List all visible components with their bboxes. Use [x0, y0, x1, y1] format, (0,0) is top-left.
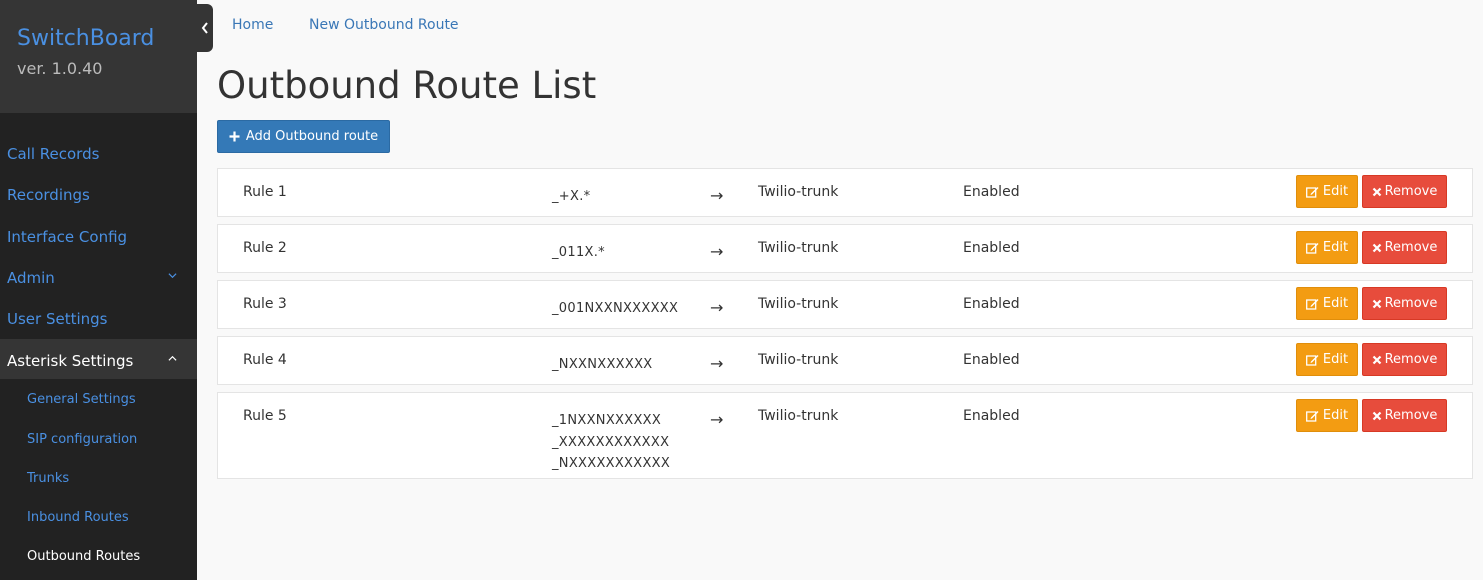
arrow-right-icon: →: [710, 242, 724, 261]
sidebar-subitem-inbound-routes[interactable]: Inbound Routes: [0, 509, 197, 527]
route-trunk: Twilio-trunk: [758, 352, 839, 368]
sidebar-item-label: User Settings: [7, 310, 108, 328]
remove-label: Remove: [1384, 184, 1438, 199]
arrow-right-icon: →: [710, 186, 724, 205]
sidebar-subitem-sip-configuration[interactable]: SIP configuration: [0, 431, 197, 449]
breadcrumb-home[interactable]: Home: [232, 15, 273, 35]
route-pattern: _NXXXXXXXXXXX: [552, 456, 671, 471]
page-title: Outbound Route List: [217, 64, 597, 107]
edit-icon: [1305, 298, 1319, 310]
sidebar: SwitchBoard ver. 1.0.40 Call Records Rec…: [0, 0, 197, 580]
remove-label: Remove: [1384, 408, 1438, 423]
route-row: Rule 5 _1NXXNXXXXXX _XXXXXXXXXXXX _NXXXX…: [217, 392, 1473, 479]
route-status: Enabled: [963, 408, 1020, 424]
route-patterns: _011X.*: [552, 242, 605, 264]
remove-label: Remove: [1384, 240, 1438, 255]
times-icon: [1372, 355, 1382, 365]
sidebar-item-user-settings[interactable]: User Settings: [0, 309, 197, 329]
route-pattern: _1NXXNXXXXXX: [552, 413, 662, 428]
edit-label: Edit: [1322, 296, 1349, 311]
route-name: Rule 2: [243, 240, 287, 256]
edit-icon: [1305, 410, 1319, 422]
route-patterns: _+X.*: [552, 186, 590, 208]
route-name: Rule 3: [243, 296, 287, 312]
sidebar-item-interface-config[interactable]: Interface Config: [0, 227, 197, 247]
route-row: Rule 1 _+X.* → Twilio-trunk Enabled Edit…: [217, 168, 1473, 217]
route-name: Rule 5: [243, 408, 287, 424]
times-icon: [1372, 411, 1382, 421]
route-patterns: _1NXXNXXXXXX _XXXXXXXXXXXX _NXXXXXXXXXXX: [552, 410, 670, 475]
sidebar-item-call-records[interactable]: Call Records: [0, 144, 197, 164]
remove-button[interactable]: Remove: [1362, 343, 1447, 376]
brand-version: ver. 1.0.40: [17, 59, 103, 78]
edit-button[interactable]: Edit: [1296, 343, 1358, 376]
remove-button[interactable]: Remove: [1362, 231, 1447, 264]
sidebar-item-label: Asterisk Settings: [7, 352, 134, 370]
route-name: Rule 1: [243, 184, 287, 200]
sidebar-collapse-button[interactable]: [196, 4, 213, 52]
route-status: Enabled: [963, 296, 1020, 312]
route-row: Rule 2 _011X.* → Twilio-trunk Enabled Ed…: [217, 224, 1473, 273]
edit-button[interactable]: Edit: [1296, 175, 1358, 208]
route-trunk: Twilio-trunk: [758, 408, 839, 424]
edit-button[interactable]: Edit: [1296, 231, 1358, 264]
route-pattern: _NXXNXXXXXX: [552, 357, 653, 372]
route-row: Rule 3 _001NXXNXXXXXX → Twilio-trunk Ena…: [217, 280, 1473, 329]
route-pattern: _XXXXXXXXXXXX: [552, 434, 670, 450]
remove-button[interactable]: Remove: [1362, 175, 1447, 208]
sidebar-subitem-general-settings[interactable]: General Settings: [0, 391, 197, 409]
route-pattern: _+X.*: [552, 189, 591, 204]
route-trunk: Twilio-trunk: [758, 296, 839, 312]
route-trunk: Twilio-trunk: [758, 184, 839, 200]
sidebar-item-label: Recordings: [7, 186, 90, 204]
times-icon: [1372, 187, 1382, 197]
sidebar-item-label: Call Records: [7, 145, 100, 163]
remove-button[interactable]: Remove: [1362, 287, 1447, 320]
times-icon: [1372, 243, 1382, 253]
add-outbound-route-button[interactable]: Add Outbound route: [217, 120, 390, 153]
route-status: Enabled: [963, 240, 1020, 256]
route-patterns: _NXXNXXXXXX: [552, 354, 653, 376]
route-name: Rule 4: [243, 352, 287, 368]
edit-button[interactable]: Edit: [1296, 399, 1358, 432]
sidebar-item-label: Admin: [7, 269, 55, 287]
edit-button[interactable]: Edit: [1296, 287, 1358, 320]
arrow-right-icon: →: [710, 354, 724, 373]
remove-label: Remove: [1384, 352, 1438, 367]
brand-name[interactable]: SwitchBoard: [17, 24, 197, 54]
edit-label: Edit: [1322, 352, 1349, 367]
remove-button[interactable]: Remove: [1362, 399, 1447, 432]
add-outbound-route-label: Add Outbound route: [245, 129, 379, 144]
remove-label: Remove: [1384, 296, 1438, 311]
arrow-right-icon: →: [710, 410, 724, 429]
edit-icon: [1305, 186, 1319, 198]
sidebar-item-label: Interface Config: [7, 228, 128, 246]
chevron-left-icon: [201, 22, 209, 34]
edit-icon: [1305, 242, 1319, 254]
route-status: Enabled: [963, 184, 1020, 200]
route-status: Enabled: [963, 352, 1020, 368]
times-icon: [1372, 299, 1382, 309]
edit-label: Edit: [1322, 184, 1349, 199]
edit-label: Edit: [1322, 240, 1349, 255]
route-patterns: _001NXXNXXXXXX: [552, 298, 678, 320]
sidebar-item-admin[interactable]: Admin: [0, 268, 197, 288]
sidebar-subitem-outbound-routes[interactable]: Outbound Routes: [0, 548, 197, 566]
route-pattern: _001NXXNXXXXXX: [552, 301, 679, 316]
sidebar-item-recordings[interactable]: Recordings: [0, 185, 197, 205]
arrow-right-icon: →: [710, 298, 724, 317]
route-trunk: Twilio-trunk: [758, 240, 839, 256]
brand: SwitchBoard ver. 1.0.40: [0, 0, 197, 113]
sidebar-item-asterisk-settings[interactable]: Asterisk Settings: [0, 351, 197, 371]
plus-icon: [229, 131, 240, 142]
edit-label: Edit: [1322, 408, 1349, 423]
sidebar-subitem-trunks[interactable]: Trunks: [0, 470, 197, 488]
chevron-down-icon: [168, 271, 177, 280]
edit-icon: [1305, 354, 1319, 366]
route-pattern: _011X.*: [552, 245, 605, 260]
chevron-up-icon: [168, 354, 177, 363]
breadcrumb-new-outbound-route[interactable]: New Outbound Route: [309, 15, 459, 35]
route-row: Rule 4 _NXXNXXXXXX → Twilio-trunk Enable…: [217, 336, 1473, 385]
